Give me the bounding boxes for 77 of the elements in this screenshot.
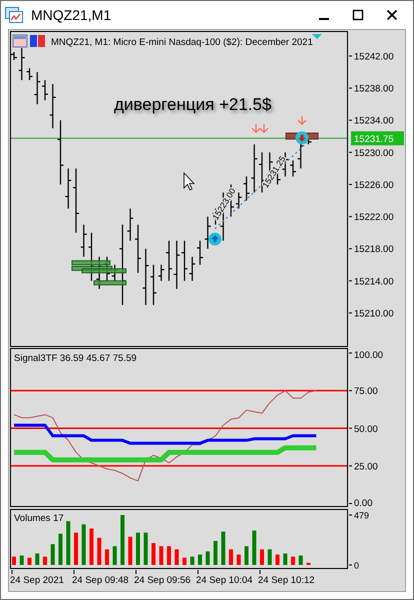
chart-icons[interactable] (12, 34, 45, 48)
zone-rectangle (94, 280, 126, 286)
price-axis-label: 15218.00 (354, 244, 394, 256)
price-axis-label: 15210.00 (354, 308, 394, 320)
volume-bar (190, 556, 194, 565)
volume-axis-label: 479 (354, 510, 370, 521)
volume-bar (244, 546, 248, 565)
volume-bar (144, 532, 148, 565)
volume-bar (152, 543, 156, 565)
price-axis-label: 15214.00 (354, 276, 394, 288)
indicator-axis-label: 25.00 (354, 461, 378, 472)
volume-bar (291, 556, 295, 565)
time-label: 24 Sep 09:56 (134, 575, 191, 586)
volume-bar (198, 554, 202, 565)
triangle-icon (312, 34, 322, 39)
volume-bar (283, 554, 288, 565)
indicator-axis-label: 50.00 (354, 424, 378, 435)
volume-bar (252, 530, 256, 565)
app-icon (5, 7, 23, 23)
minimize-icon (319, 18, 329, 20)
volume-bar (112, 546, 117, 565)
volume-bar (268, 549, 272, 565)
indicator-axis-label: 0.00 (354, 498, 372, 508)
window-title: MNQZ21,M1 (31, 6, 112, 25)
price-axis-label: 15238.00 (354, 84, 394, 95)
close-icon (386, 9, 398, 21)
volume-bar (298, 556, 303, 565)
volume-bar (50, 544, 55, 565)
price-axis-label: 15234.00 (354, 116, 394, 127)
volume-bar (74, 532, 78, 565)
volume-bar (221, 532, 226, 565)
volume-bar (306, 562, 310, 565)
volume-bar (35, 554, 40, 565)
annotation-text: дивергенция +21.5$ (114, 95, 272, 114)
volume-bar (260, 549, 264, 565)
volume-bar (97, 538, 102, 565)
volume-bar (174, 549, 179, 565)
volume-bar (58, 534, 62, 565)
down-arrow-icon (251, 124, 261, 134)
volume-bar (206, 551, 210, 565)
price-axis-label: 15242.00 (354, 52, 394, 62)
volume-bar (236, 554, 241, 565)
volume-bar (66, 521, 70, 565)
time-label: 24 Sep 2021 (10, 575, 64, 586)
volume-bar (28, 558, 32, 565)
chart-header: MNQZ21, M1: Micro E-mini Nasdaq-100 ($2): December 2021 (51, 37, 313, 48)
indicator-axis-label: 100.00 (354, 350, 384, 361)
current-price-label: 15231.75 (351, 131, 404, 146)
price-axis-label: 15230.00 (354, 148, 394, 159)
volume-axis-label: 0 (354, 560, 360, 570)
volume-bar (12, 556, 16, 565)
down-arrow-icon (297, 116, 307, 126)
cursor-icon (184, 172, 195, 191)
indicator-label: Signal3TF 36.59 45.67 75.59 (14, 353, 137, 364)
indicator-axis-label: 75.00 (354, 386, 378, 398)
volume-bar (43, 556, 47, 565)
volume-bar (182, 558, 186, 565)
volume-bar (82, 524, 86, 565)
volume-bar (20, 556, 24, 565)
maximize-icon (352, 9, 364, 21)
price-axis-label: 15222.00 (354, 212, 394, 224)
volume-label: Volumes 17 (14, 513, 64, 524)
volume-bar (105, 549, 109, 565)
volume-bar (120, 515, 124, 565)
time-label: 24 Sep 10:12 (258, 575, 315, 586)
volume-bar (214, 540, 218, 565)
time-label: 24 Sep 09:48 (72, 575, 129, 586)
volume-bar (136, 532, 140, 565)
volume-bar (167, 546, 171, 565)
price-axis-label: 15226.00 (354, 180, 394, 191)
volume-bar (229, 549, 233, 565)
volume-bar (276, 554, 280, 565)
down-arrow-icon (259, 124, 269, 134)
time-label: 24 Sep 10:04 (196, 575, 253, 586)
volume-bar (90, 528, 94, 565)
volume-bar (128, 536, 132, 565)
volume-bar (159, 546, 164, 565)
